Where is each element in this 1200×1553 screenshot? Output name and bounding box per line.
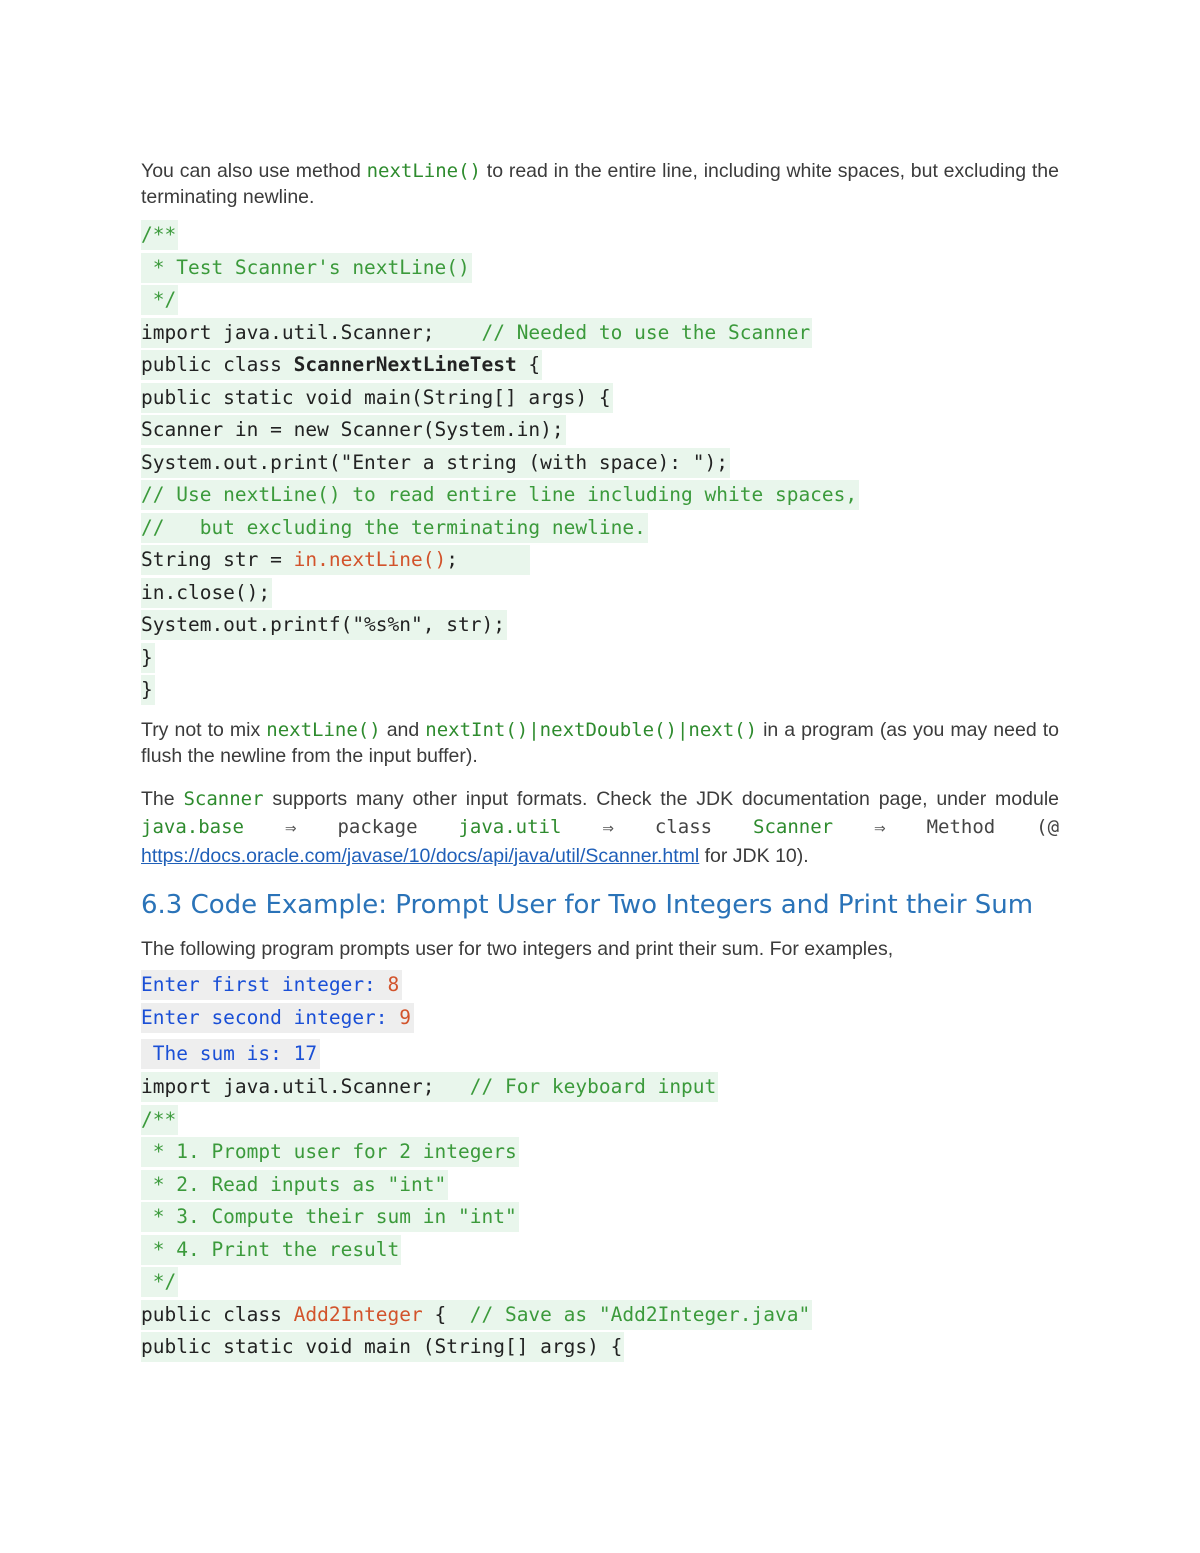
code-line: public class ScannerNextLineTest { <box>141 350 543 380</box>
code-comment: /** <box>141 223 177 246</box>
code-text: String str = <box>141 548 294 571</box>
code-line: * 3. Compute their sum in "int" <box>141 1202 519 1232</box>
code-line: /** <box>141 220 179 250</box>
text-class: class <box>654 816 713 838</box>
code-line: Scanner in = new Scanner(System.in); <box>141 415 566 445</box>
code-line: * 2. Read inputs as "int" <box>141 1169 449 1200</box>
arrow-icon: ⇒ <box>602 820 615 836</box>
text-at: (@ <box>1036 816 1060 838</box>
text: and <box>380 719 426 741</box>
text-method: Method <box>926 816 996 838</box>
code-text: } <box>141 678 153 701</box>
sample-output-block: Enter first integer: 8 Enter second integ… <box>141 970 1059 1069</box>
text-package: package <box>337 816 418 838</box>
code-block-scanner-nextline-test: /** * Test Scanner's nextLine() */ import… <box>141 220 1059 705</box>
code-line: * Test Scanner's nextLine() <box>141 252 472 283</box>
code-comment: // For keyboard input <box>469 1075 717 1098</box>
inline-code-nextline: nextLine() <box>366 160 481 182</box>
code-line: /** <box>141 1104 179 1135</box>
code-text: Scanner in = new Scanner(System.in); <box>141 418 564 441</box>
code-line: System.out.print("Enter a string (with s… <box>141 447 730 478</box>
output-line: Enter first integer: 8 <box>141 970 403 1000</box>
jdk-scanner-doc-link[interactable]: https://docs.oracle.com/javase/10/docs/a… <box>141 845 699 867</box>
output-prompt: The sum is: 17 <box>141 1042 318 1065</box>
code-comment: // Use nextLine() to read entire line in… <box>141 483 858 506</box>
text: for JDK 10). <box>699 845 809 867</box>
code-line: * 1. Prompt user for 2 integers <box>141 1137 519 1167</box>
code-text: in.close(); <box>141 580 271 604</box>
code-comment: */ <box>141 288 177 311</box>
text: supports many other input formats. Check… <box>263 788 1059 810</box>
scanner-formats-paragraph: The Scanner supports many other input fo… <box>141 785 1059 870</box>
arrow-icon: ⇒ <box>873 820 886 836</box>
code-comment: // Save as "Add2Integer.java" <box>469 1302 811 1326</box>
code-text: System.out.printf("%s%n", str); <box>141 613 505 636</box>
code-comment: * 3. Compute their sum in "int" <box>141 1205 517 1228</box>
text: The <box>141 788 184 810</box>
code-line: System.out.printf("%s%n", str); <box>141 610 507 640</box>
code-line: } <box>141 642 155 673</box>
code-highlight: Add2Integer <box>293 1302 423 1326</box>
inline-code-scanner: Scanner <box>183 788 264 810</box>
code-highlight: in.nextLine() <box>293 548 447 571</box>
code-line: String str = in.nextLine(); <box>141 545 531 575</box>
code-line: // but excluding the terminating newline… <box>141 512 648 543</box>
code-text: import java.util.Scanner; <box>141 1075 470 1098</box>
code-comment: * Test Scanner's nextLine() <box>141 255 470 279</box>
code-text: ScannerNextLineTest <box>293 353 517 376</box>
code-line: * 4. Print the result <box>141 1234 402 1265</box>
code-line: // Use nextLine() to read entire line in… <box>141 480 860 510</box>
code-text: System.out.print("Enter a string (with s… <box>141 450 728 474</box>
text: Try not to mix <box>141 719 267 741</box>
code-line: public static void main(String[] args) { <box>141 382 613 413</box>
code-line: import java.util.Scanner; // For keyboar… <box>141 1072 719 1102</box>
output-line: The sum is: 17 <box>141 1039 321 1069</box>
inline-code-java-util: java.util <box>458 816 562 838</box>
code-line: public class Add2Integer { // Save as "A… <box>141 1299 813 1330</box>
document-page: You can also use method nextLine() to re… <box>141 158 1059 1365</box>
code-text: import java.util.Scanner; <box>141 320 482 344</box>
code-comment: * 1. Prompt user for 2 integers <box>141 1140 517 1163</box>
code-line: */ <box>141 285 179 315</box>
code-text: ; <box>446 548 529 571</box>
output-prompt: Enter second integer: <box>141 1006 400 1029</box>
code-line: } <box>141 675 155 705</box>
code-comment: // but excluding the terminating newline… <box>141 515 646 539</box>
output-user-input: 9 <box>399 1006 412 1029</box>
section-intro: The following program prompts user for t… <box>141 938 894 960</box>
code-comment: * 2. Read inputs as "int" <box>141 1172 447 1196</box>
code-text: public static void main (String[] args) … <box>141 1335 623 1358</box>
arrow-icon: ⇒ <box>284 820 297 836</box>
code-text: public static void main(String[] args) { <box>141 385 611 409</box>
code-text: { <box>516 353 541 376</box>
code-text: public class <box>141 1302 294 1326</box>
inline-code-nextline: nextLine() <box>266 719 381 741</box>
inline-code-scanner: Scanner <box>753 816 834 838</box>
section-heading: 6.3 Code Example: Prompt User for Two In… <box>141 890 1034 920</box>
code-line: */ <box>141 1267 179 1297</box>
code-comment: /** <box>141 1107 177 1131</box>
code-block-add2integer: import java.util.Scanner; // For keyboar… <box>141 1072 1059 1362</box>
output-line: Enter second integer: 9 <box>141 1003 415 1033</box>
output-prompt: Enter first integer: <box>141 973 388 996</box>
inline-code-next-methods: nextInt()|nextDouble()|next() <box>425 719 758 741</box>
intro-text: You can also use method <box>141 160 367 182</box>
inline-code-java-base: java.base <box>141 816 244 838</box>
code-line: in.close(); <box>141 577 273 608</box>
intro-paragraph: You can also use method nextLine() to re… <box>141 158 1059 210</box>
code-comment: */ <box>141 1270 177 1293</box>
code-comment: // Needed to use the Scanner <box>481 320 811 344</box>
mixing-warning-paragraph: Try not to mix nextLine() and nextInt()|… <box>141 717 1059 769</box>
code-text: } <box>141 645 153 669</box>
code-comment: * 4. Print the result <box>141 1237 400 1261</box>
code-text: public class <box>141 353 294 376</box>
code-line: public static void main (String[] args) … <box>141 1332 625 1362</box>
code-line: import java.util.Scanner; // Needed to u… <box>141 317 813 348</box>
code-text: { <box>422 1302 470 1326</box>
output-user-input: 8 <box>387 973 400 996</box>
